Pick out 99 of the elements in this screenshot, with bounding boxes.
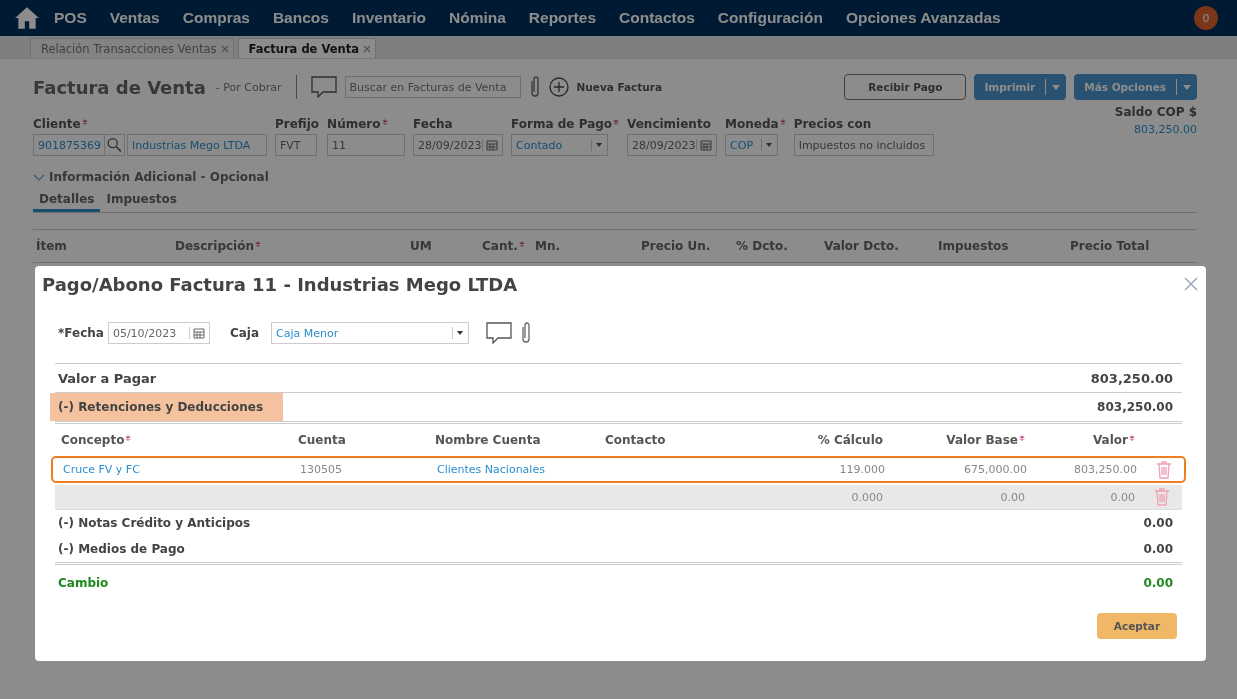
date-field[interactable]: 05/10/2023 bbox=[107, 322, 210, 344]
section-tab[interactable]: Detalles bbox=[33, 190, 101, 212]
table-cell: 130505 bbox=[300, 463, 342, 476]
table-cell: 0.00 bbox=[1110, 490, 1135, 504]
dialog-title: Pago/Abono Factura 11 - Industrias Mego LTDA bbox=[42, 274, 519, 295]
split-button[interactable]: Más Opciones bbox=[1074, 74, 1197, 100]
field-label: Fecha bbox=[413, 117, 453, 131]
field-label: Número bbox=[327, 117, 381, 131]
client-name-field[interactable]: Industrias Mego LTDA bbox=[127, 134, 267, 156]
payment-methods-label: (-) Medios de Pago bbox=[58, 542, 185, 556]
nav-menu-item[interactable]: Ventas bbox=[109, 9, 160, 27]
change-label: Cambio bbox=[58, 576, 109, 590]
status-label: - Por Cobrar bbox=[215, 80, 282, 94]
search-field[interactable]: Buscar en Facturas de Venta bbox=[344, 76, 521, 98]
column-header: Concepto bbox=[61, 433, 125, 447]
table-cell: 0.000 bbox=[851, 490, 883, 504]
date-field[interactable]: 28/09/2023 bbox=[413, 134, 504, 156]
paperclip-icon[interactable] bbox=[520, 321, 532, 345]
nav-menu-item[interactable]: Inventario bbox=[351, 9, 426, 27]
nav-menu-item[interactable]: Bancos bbox=[272, 9, 329, 27]
column-header: Cuenta bbox=[298, 433, 346, 447]
field-label: Prefijo bbox=[275, 117, 320, 131]
balance-value: 803,250.00 bbox=[1134, 123, 1197, 136]
field-label: Vencimiento bbox=[627, 117, 711, 131]
add-icon[interactable] bbox=[548, 77, 569, 97]
payment-methods-value: 0.00 bbox=[1143, 542, 1173, 556]
field-label: *Fecha bbox=[58, 326, 104, 340]
date-field[interactable]: 28/09/2023 bbox=[627, 134, 718, 156]
section-tab[interactable]: Impuestos bbox=[100, 190, 183, 212]
column-header: Precio Total bbox=[1070, 239, 1150, 253]
column-header: Descripción bbox=[175, 239, 254, 253]
trash-icon[interactable] bbox=[1155, 460, 1172, 479]
table-row[interactable]: 0.000 0.00 0.00 bbox=[55, 485, 1182, 509]
table-cell: 675,000.00 bbox=[964, 463, 1027, 476]
column-header: Contacto bbox=[605, 433, 666, 447]
close-icon[interactable] bbox=[220, 44, 229, 53]
withholdings-value: 803,250.00 bbox=[1097, 400, 1173, 414]
table-cell: Cruce FV y FC bbox=[63, 463, 140, 476]
column-header: Mn. bbox=[535, 239, 561, 253]
column-header: Precio Un. bbox=[641, 239, 711, 253]
notification-badge[interactable]: 0 bbox=[1194, 6, 1218, 30]
document-tab[interactable]: Factura de Venta bbox=[237, 38, 376, 58]
close-icon[interactable] bbox=[1184, 277, 1198, 291]
nav-menu-item[interactable]: Nómina bbox=[449, 9, 506, 27]
field-label: Precios con bbox=[793, 117, 872, 131]
field-label: Cliente bbox=[33, 117, 81, 131]
amount-due-value: 803,250.00 bbox=[1090, 370, 1173, 386]
dropdown-field[interactable]: Caja Menor bbox=[271, 322, 469, 344]
input-field[interactable]: 11 bbox=[327, 134, 406, 156]
withholdings-label: (-) Retenciones y Deducciones bbox=[50, 393, 283, 421]
column-header: Nombre Cuenta bbox=[435, 433, 541, 447]
accept-button[interactable]: Aceptar bbox=[1097, 613, 1177, 639]
paperclip-icon[interactable] bbox=[528, 75, 541, 99]
table-row[interactable]: Cruce FV y FC 130505 Clientes Nacionales 119.000 675,000.00 803,250.00 bbox=[51, 456, 1186, 483]
chevron-icon[interactable] bbox=[33, 173, 45, 181]
column-header: Valor Base bbox=[946, 433, 1018, 447]
column-header: % Dcto. bbox=[736, 239, 788, 253]
nav-menu-item[interactable]: Contactos bbox=[619, 9, 695, 27]
credit-notes-value: 0.00 bbox=[1143, 516, 1173, 530]
field-label: Forma de Pago bbox=[511, 117, 613, 131]
search-icon[interactable] bbox=[105, 134, 125, 156]
amount-due-label: Valor a Pagar bbox=[58, 370, 157, 386]
input-field[interactable]: Impuestos no incluidos bbox=[793, 134, 934, 156]
column-header: Valor Dcto. bbox=[824, 239, 899, 253]
new-invoice-link[interactable]: Nueva Factura bbox=[576, 81, 663, 93]
comment-icon[interactable] bbox=[486, 322, 512, 344]
close-icon[interactable] bbox=[362, 44, 371, 53]
dropdown-field[interactable]: COP bbox=[725, 134, 779, 156]
nav-menu-item[interactable]: Compras bbox=[182, 9, 250, 27]
column-header: Valor bbox=[1093, 433, 1128, 447]
credit-notes-label: (-) Notas Crédito y Anticipos bbox=[58, 516, 251, 530]
input-field[interactable]: FVT bbox=[275, 134, 317, 156]
table-cell: 803,250.00 bbox=[1074, 463, 1137, 476]
balance-label: Saldo COP $ bbox=[1114, 105, 1197, 119]
nav-menu-item[interactable]: Configuración bbox=[717, 9, 823, 27]
nav-menu-item[interactable]: Opciones Avanzadas bbox=[845, 9, 1001, 27]
field-label: Moneda bbox=[725, 117, 779, 131]
column-header: Cant. bbox=[482, 239, 518, 253]
split-button[interactable]: Imprimir bbox=[974, 74, 1067, 100]
home-icon[interactable] bbox=[14, 6, 40, 30]
nav-menu-item[interactable]: Reportes bbox=[528, 9, 596, 27]
additional-info-toggle[interactable]: Información Adicional - Opcional bbox=[49, 170, 269, 184]
page-title: Factura de Venta bbox=[33, 76, 206, 98]
column-header: % Cálculo bbox=[817, 433, 883, 447]
table-cell: Clientes Nacionales bbox=[437, 463, 545, 476]
table-cell: 0.00 bbox=[1000, 490, 1025, 504]
table-cell: 119.000 bbox=[839, 463, 885, 476]
trash-icon[interactable] bbox=[1153, 488, 1170, 506]
comment-icon[interactable] bbox=[310, 76, 337, 98]
field-label: Caja bbox=[229, 326, 259, 340]
nav-menu-item[interactable]: POS bbox=[54, 9, 87, 27]
column-header: Ítem bbox=[36, 239, 67, 253]
client-code-field[interactable]: 901875369 bbox=[33, 134, 105, 156]
document-tab[interactable]: Relación Transacciones Ventas bbox=[30, 38, 234, 58]
dropdown-field[interactable]: Contado bbox=[511, 134, 609, 156]
action-button[interactable]: Recibir Pago bbox=[844, 74, 967, 100]
change-value: 0.00 bbox=[1143, 576, 1173, 590]
column-header: UM bbox=[410, 239, 432, 253]
column-header: Impuestos bbox=[938, 239, 1009, 253]
